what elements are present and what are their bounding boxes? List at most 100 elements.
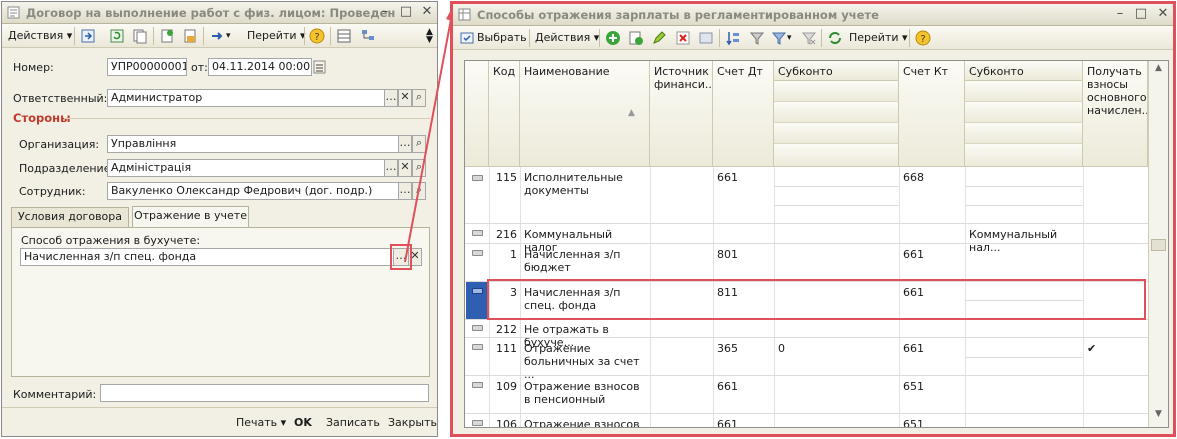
catalog-icon <box>458 8 471 21</box>
minimize-icon[interactable]: – <box>377 5 393 20</box>
employee-field[interactable]: Вакуленко Олександр Федрович (дог. подр.… <box>107 182 399 200</box>
window-title: Договор на выполнение работ с физ. лицом… <box>26 6 396 20</box>
table-row[interactable]: 106 Отражение взносов в 661 651 <box>465 414 1148 427</box>
header-source[interactable]: Источник финанси... <box>650 61 713 167</box>
vertical-scrollbar[interactable]: ▲ ▼ <box>1148 61 1168 427</box>
date-label: от: <box>191 61 208 74</box>
department-field[interactable]: Адміністрація <box>107 159 385 177</box>
title-bar: Договор на выполнение работ с физ. лицом… <box>2 2 437 24</box>
row-item-icon <box>472 420 483 426</box>
actions-menu[interactable]: Действия ▾ <box>8 28 72 44</box>
save-button[interactable]: Записать <box>326 416 380 429</box>
maximize-icon[interactable]: □ <box>1133 7 1149 22</box>
date-field[interactable]: 04.11.2014 00:00:00 <box>208 58 312 76</box>
header-subconto-debit[interactable]: Субконто <box>774 61 899 81</box>
select-button[interactable]: Выбрать <box>477 30 527 46</box>
post-icon[interactable] <box>80 28 96 44</box>
refresh-icon[interactable] <box>827 30 843 46</box>
header-name[interactable]: Наименование ▲ <box>520 61 650 167</box>
tab-panel: Способ отражения в бухучете: Начисленная… <box>11 227 430 377</box>
clear-filter-icon[interactable] <box>801 30 817 46</box>
row-item-icon <box>472 344 483 350</box>
delete-icon[interactable] <box>675 30 691 46</box>
table-row[interactable]: 212 Не отражать в бухуче... <box>465 320 1148 349</box>
help-icon[interactable]: ? <box>915 30 931 46</box>
tab-contract-terms[interactable]: Условия договора <box>11 207 129 227</box>
selected-row-highlight <box>487 279 1146 320</box>
checkmark-icon: ✔ <box>1087 342 1097 355</box>
methods-window: Способы отражения зарплаты в регламентир… <box>450 1 1176 437</box>
scroll-thumb[interactable] <box>1151 239 1166 251</box>
table-row[interactable]: 216 Коммунальный налог Коммунальный нал.… <box>465 224 1148 254</box>
select-button[interactable]: … <box>384 159 398 177</box>
close-icon[interactable]: ✕ <box>1155 7 1171 22</box>
print-doc-icon[interactable] <box>182 28 198 44</box>
row-item-icon <box>472 175 483 181</box>
actions-menu[interactable]: Действия ▾ <box>535 30 599 46</box>
table-row[interactable]: 115 Исполнительные документы 661 668 <box>465 167 1148 224</box>
header-credit[interactable]: Счет Кт <box>899 61 965 167</box>
toolbar: Действия ▾ ▾ Перейти ▾ ? ▲ ▼ <box>2 24 437 48</box>
chevron-down-icon[interactable]: ▾ <box>226 28 231 44</box>
filter-icon[interactable] <box>749 30 765 46</box>
organization-label: Организация: <box>19 138 100 151</box>
print-menu[interactable]: Печать ▾ <box>236 416 286 429</box>
table-row[interactable]: 111 Отражение больничных за счет ... 365… <box>465 338 1148 381</box>
row-item-icon <box>472 382 483 388</box>
header-subconto-credit[interactable]: Субконто <box>965 61 1083 81</box>
refresh-doc-icon[interactable] <box>109 28 125 44</box>
edit-icon[interactable] <box>651 30 667 46</box>
filter-value-icon[interactable] <box>771 30 787 46</box>
comment-field[interactable] <box>100 384 429 402</box>
select-icon[interactable] <box>459 30 475 46</box>
title-bar: Способы отражения зарплаты в регламентир… <box>453 4 1173 26</box>
minimize-icon[interactable]: – <box>1112 7 1128 22</box>
row-item-icon <box>472 325 483 331</box>
close-button[interactable]: Закрыть <box>388 416 437 429</box>
table-row[interactable]: 109 Отражение взносов в пенсионный 661 6… <box>465 376 1148 414</box>
add-group-icon[interactable] <box>628 30 644 46</box>
sort-icon[interactable] <box>725 30 741 46</box>
svg-text:?: ? <box>314 32 319 43</box>
responsible-field[interactable]: Администратор <box>107 89 385 107</box>
window-title: Способы отражения зарплаты в регламентир… <box>477 8 879 22</box>
sort-indicator-icon: ▲ <box>628 108 635 118</box>
select-button[interactable]: … <box>384 89 398 107</box>
method-label: Способ отражения в бухучете: <box>21 234 201 247</box>
movement-icon[interactable] <box>159 28 175 44</box>
help-icon[interactable]: ? <box>309 28 325 44</box>
number-label: Номер: <box>13 61 54 74</box>
svg-text:?: ? <box>920 34 925 45</box>
organization-field[interactable]: Управління <box>107 135 399 153</box>
header-debit[interactable]: Счет Дт <box>713 61 774 167</box>
scroll-down-icon[interactable]: ▼ <box>1151 409 1166 424</box>
goto-menu[interactable]: Перейти ▾ <box>247 28 306 44</box>
table-row[interactable]: 1 Начисленная з/п бюджет 801 661 <box>465 244 1148 282</box>
row-item-icon <box>472 250 483 256</box>
department-label: Подразделение: <box>19 162 115 175</box>
add-icon[interactable] <box>605 30 621 46</box>
table-row-selected[interactable]: 3 Начисленная з/п спец. фонда 811 661 <box>465 279 1148 320</box>
toolbar: Выбрать Действия ▾ ▾ Перейти ▾ ? <box>453 26 1173 50</box>
document-icon <box>7 6 20 19</box>
copy-icon[interactable] <box>132 28 148 44</box>
based-on-icon[interactable] <box>209 28 225 44</box>
methods-table: Код Наименование ▲ Источник финанси... Сч… <box>464 60 1169 428</box>
ok-button[interactable]: OK <box>294 416 312 429</box>
responsible-label: Ответственный: <box>13 92 108 105</box>
structure-icon[interactable] <box>360 28 376 44</box>
header-icon-col <box>465 61 489 167</box>
tab-accounting[interactable]: Отражение в учете <box>132 206 249 227</box>
method-field[interactable]: Начисленная з/п спец. фонда <box>20 248 394 266</box>
header-contributions[interactable]: Получать взносы основного начислен... <box>1083 61 1148 167</box>
header-code[interactable]: Код <box>489 61 520 167</box>
contract-window: Договор на выполнение работ с физ. лицом… <box>1 1 438 437</box>
number-field[interactable]: УПР00000001 <box>107 58 187 76</box>
list-icon[interactable] <box>336 28 352 44</box>
calendar-icon[interactable] <box>313 59 326 75</box>
goto-menu[interactable]: Перейти ▾ <box>849 30 908 46</box>
scroll-up-icon[interactable]: ▲ <box>1151 63 1166 78</box>
employee-label: Сотрудник: <box>19 185 86 198</box>
chevron-down-icon[interactable]: ▾ <box>787 30 792 46</box>
set-deletion-icon[interactable] <box>698 30 714 46</box>
